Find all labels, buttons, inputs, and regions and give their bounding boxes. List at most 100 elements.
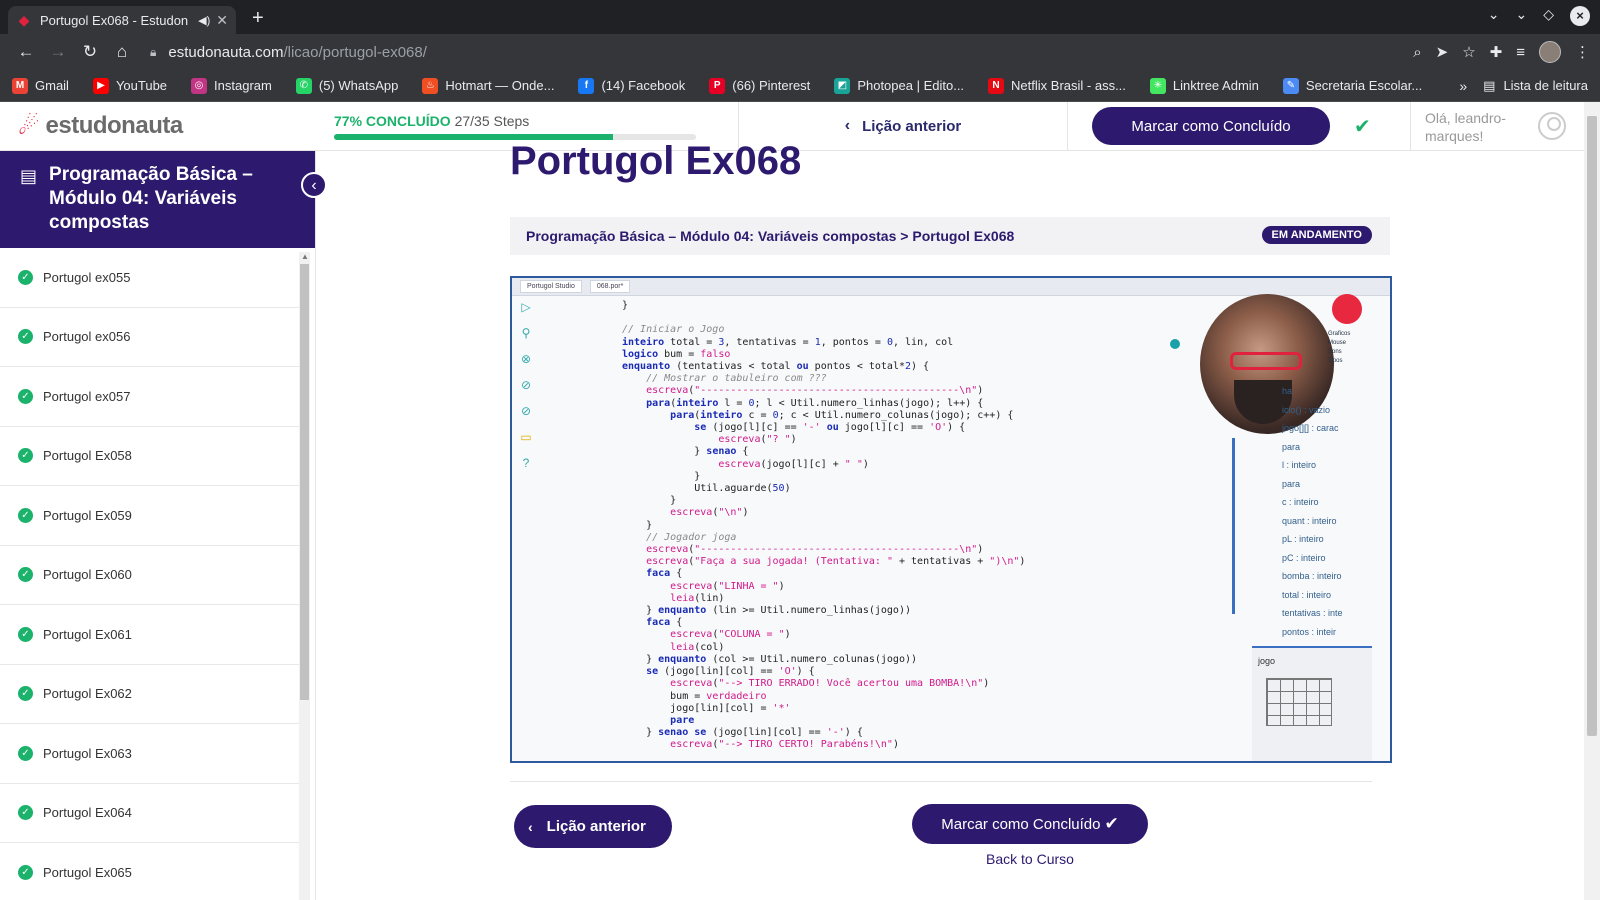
bookmark-item[interactable]: ✆ (5) WhatsApp	[295, 77, 398, 94]
bookmark-item[interactable]: ◎ Instagram	[191, 77, 272, 94]
tab-search-icon[interactable]: ⌄	[1488, 6, 1500, 26]
bookmark-item[interactable]: f (14) Facebook	[578, 77, 686, 94]
bookmark-item[interactable]: P (66) Pinterest	[709, 77, 810, 94]
bookmark-item[interactable]: ✳ Linktree Admin	[1149, 77, 1259, 94]
sidebar-lesson-label: Portugol ex056	[43, 329, 131, 345]
line-number	[542, 605, 556, 617]
bookmark-item[interactable]: M Gmail	[12, 77, 69, 94]
inspector-item: quant : inteiro	[1282, 515, 1337, 526]
media-control-icon[interactable]: ≡	[1516, 44, 1525, 61]
bookmark-item[interactable]: ✎ Secretaria Escolar...	[1282, 77, 1422, 94]
sidebar-lesson-label: Portugol ex055	[43, 269, 131, 285]
code-line: escreva("LINHA = ")	[670, 580, 785, 592]
bookmarks-bar: M Gmail ▶ YouTube ◎ Instagram ✆ (5) WhatsApp ♨ Ho…	[0, 70, 1600, 102]
menu-icon[interactable]: ⋮	[1575, 43, 1590, 61]
scroll-up-icon[interactable]: ▲	[301, 252, 309, 261]
video-ide-tabs: Portugol Studio 068.por*	[512, 278, 1390, 296]
inspector-item: pC : inteiro	[1282, 552, 1326, 563]
line-number	[542, 629, 556, 641]
zoom-icon[interactable]: ⌕	[1413, 44, 1421, 61]
tab-title: Portugol Ex068 - Estudon	[40, 12, 189, 28]
line-number	[542, 507, 556, 519]
sidebar-lesson-item[interactable]: ✓ Portugol ex057	[0, 367, 300, 427]
line-number	[542, 337, 556, 349]
bookmark-favicon-icon: ◎	[191, 77, 208, 94]
previous-lesson-button[interactable]: ‹ Lição anterior	[514, 805, 672, 848]
bookmark-item[interactable]: ▶ YouTube	[92, 77, 168, 94]
user-avatar-icon[interactable]	[1538, 112, 1566, 140]
send-icon[interactable]: ➤	[1436, 43, 1449, 61]
audio-playing-icon[interactable]: ◀)	[198, 14, 210, 27]
chevron-left-icon: ‹	[844, 117, 851, 134]
line-number	[542, 422, 556, 434]
url-field[interactable]: 🔒︎ estudonauta.com/licao/portugol-ex068/	[150, 44, 1413, 61]
sidebar-scroll-thumb[interactable]	[300, 264, 309, 700]
new-tab-button[interactable]: +	[252, 7, 264, 30]
page-scroll-thumb[interactable]	[1587, 116, 1597, 736]
bookmark-item[interactable]: ♨ Hotmart — Onde...	[422, 77, 554, 94]
completed-check-icon: ✓	[18, 805, 33, 821]
home-icon[interactable]: ⌂	[106, 42, 138, 62]
lesson-sidebar: ▤ Programação Básica – Módulo 04: Variáv…	[0, 151, 327, 900]
sidebar-lesson-item[interactable]: ✓ Portugol Ex064	[0, 784, 300, 843]
line-number	[542, 385, 556, 397]
mark-complete-button[interactable]: Marcar como Concluído ✔	[912, 804, 1148, 844]
bookmark-label: YouTube	[115, 78, 168, 93]
header-mark-complete-button[interactable]: Marcar como Concluído	[1092, 107, 1330, 145]
minimize-icon[interactable]: ⌄	[1515, 6, 1527, 26]
url-path: /licao/portugol-ex068/	[283, 43, 427, 61]
sidebar-lesson-item[interactable]: ✓ Portugol ex056	[0, 308, 300, 367]
line-number	[542, 349, 556, 361]
bookmark-favicon-icon: N	[988, 77, 1005, 94]
breadcrumb-course-link[interactable]: Programação Básica – Módulo 04: Variávei…	[526, 228, 896, 244]
line-number	[542, 495, 556, 507]
sidebar-lesson-item[interactable]: ✓ Portugol ex055	[0, 248, 300, 308]
code-line: // Iniciar o Jogo	[622, 324, 725, 336]
divider	[510, 781, 1372, 782]
code-line: faca {	[646, 617, 683, 629]
lesson-video[interactable]: Portugol Studio 068.por* ▷ ⚲ ⊗ ⊘ ⊘ ▭ ? } …	[510, 276, 1392, 763]
estudonauta-logo[interactable]: ☄ estudonauta	[0, 112, 318, 141]
sidebar-lesson-item[interactable]: ✓ Portugol Ex063	[0, 724, 300, 784]
completed-check-icon: ✓	[18, 448, 33, 464]
bookmark-item[interactable]: N Netflix Brasil - ass...	[988, 77, 1126, 94]
sidebar-lesson-item[interactable]: ✓ Portugol Ex061	[0, 605, 300, 665]
inspector-item: icio() : vazio	[1282, 404, 1331, 415]
profile-avatar[interactable]	[1539, 41, 1561, 63]
user-menu[interactable]: Olá, leandro-marques!	[1410, 102, 1600, 151]
browser-tab-active[interactable]: ◆ Portugol Ex068 - Estudon ◀) ✕	[8, 6, 236, 34]
bookmark-item[interactable]: ◩ Photopea | Edito...	[834, 77, 964, 94]
sidebar-lesson-item[interactable]: ✓ Portugol Ex058	[0, 427, 300, 486]
code-line: escreva(jogo[l][c] + " ")	[718, 458, 869, 470]
lesson-content: Portugol Ex068 Programação Básica – Módu…	[316, 139, 1584, 900]
line-number	[542, 520, 556, 532]
lock-icon[interactable]: 🔒︎	[150, 45, 156, 60]
close-tab-icon[interactable]: ✕	[216, 12, 228, 29]
breadcrumb-lesson[interactable]: Portugol Ex068	[912, 228, 1014, 244]
bookmark-star-icon[interactable]: ☆	[1462, 43, 1475, 61]
course-progress: 77% CONCLUÍDO 27/35 Steps	[318, 113, 738, 140]
bookmark-label: (14) Facebook	[601, 78, 686, 93]
line-number	[542, 691, 556, 703]
page-scrollbar[interactable]	[1584, 102, 1600, 900]
extensions-icon[interactable]: ✚	[1490, 43, 1503, 61]
back-to-course-link[interactable]: Back to Curso	[986, 851, 1074, 867]
more-bookmarks-icon[interactable]: »	[1459, 78, 1467, 94]
sidebar-lesson-item[interactable]: ✓ Portugol Ex065	[0, 843, 300, 900]
reload-icon[interactable]: ↻	[74, 42, 106, 62]
sidebar-lesson-item[interactable]: ✓ Portugol Ex062	[0, 665, 300, 724]
breadcrumb-separator: >	[900, 228, 909, 244]
sidebar-lesson-item[interactable]: ✓ Portugol Ex060	[0, 546, 300, 605]
sidebar-lesson-label: Portugol Ex058	[43, 448, 132, 464]
header-previous-label: Lição anterior	[862, 117, 962, 135]
sidebar-lesson-label: Portugol Ex063	[43, 745, 132, 761]
sidebar-scrollbar[interactable]: ▲	[299, 252, 310, 900]
restore-icon[interactable]: ◇	[1543, 6, 1554, 26]
sidebar-lesson-item[interactable]: ✓ Portugol Ex059	[0, 486, 300, 546]
record-indicator-icon	[1332, 294, 1362, 324]
close-window-icon[interactable]: ×	[1570, 6, 1590, 26]
forward-icon[interactable]: →	[42, 42, 74, 62]
back-icon[interactable]: ←	[10, 42, 42, 62]
reading-list-button[interactable]: ▤ Lista de leitura	[1483, 78, 1588, 94]
